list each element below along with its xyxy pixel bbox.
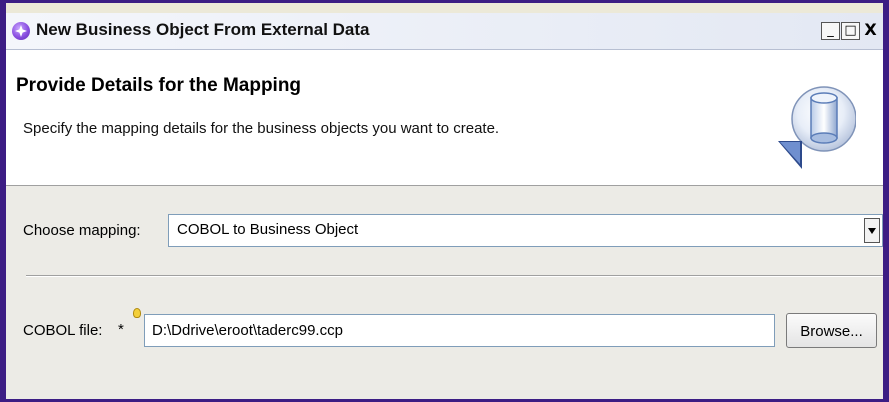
separator [26, 275, 883, 277]
close-button[interactable]: X [861, 22, 880, 40]
page-description: Specify the mapping details for the busi… [23, 120, 500, 137]
wizard-header: Provide Details for the Mapping Specify … [6, 50, 883, 186]
mapping-select[interactable]: COBOL to Business Object [168, 214, 883, 247]
wizard-window: New Business Object From External Data _… [0, 0, 889, 402]
choose-mapping-label: Choose mapping: [23, 222, 141, 239]
content-assist-icon [133, 308, 141, 318]
cobol-file-input[interactable] [144, 314, 775, 347]
minimize-button[interactable]: _ [821, 22, 840, 40]
cobol-file-label: COBOL file: [23, 322, 103, 339]
title-bar[interactable]: New Business Object From External Data _… [6, 13, 883, 50]
maximize-button[interactable]: □ [841, 22, 860, 40]
browse-button[interactable]: Browse... [786, 313, 877, 348]
database-cylinder-icon [778, 86, 856, 169]
app-icon [12, 22, 30, 40]
chevron-down-icon[interactable] [864, 218, 880, 243]
required-marker: * [118, 321, 124, 338]
mapping-select-value: COBOL to Business Object [177, 221, 359, 238]
wizard-body: Choose mapping: COBOL to Business Object… [6, 186, 883, 399]
window-title: New Business Object From External Data [36, 20, 370, 39]
page-title: Provide Details for the Mapping [16, 75, 302, 96]
